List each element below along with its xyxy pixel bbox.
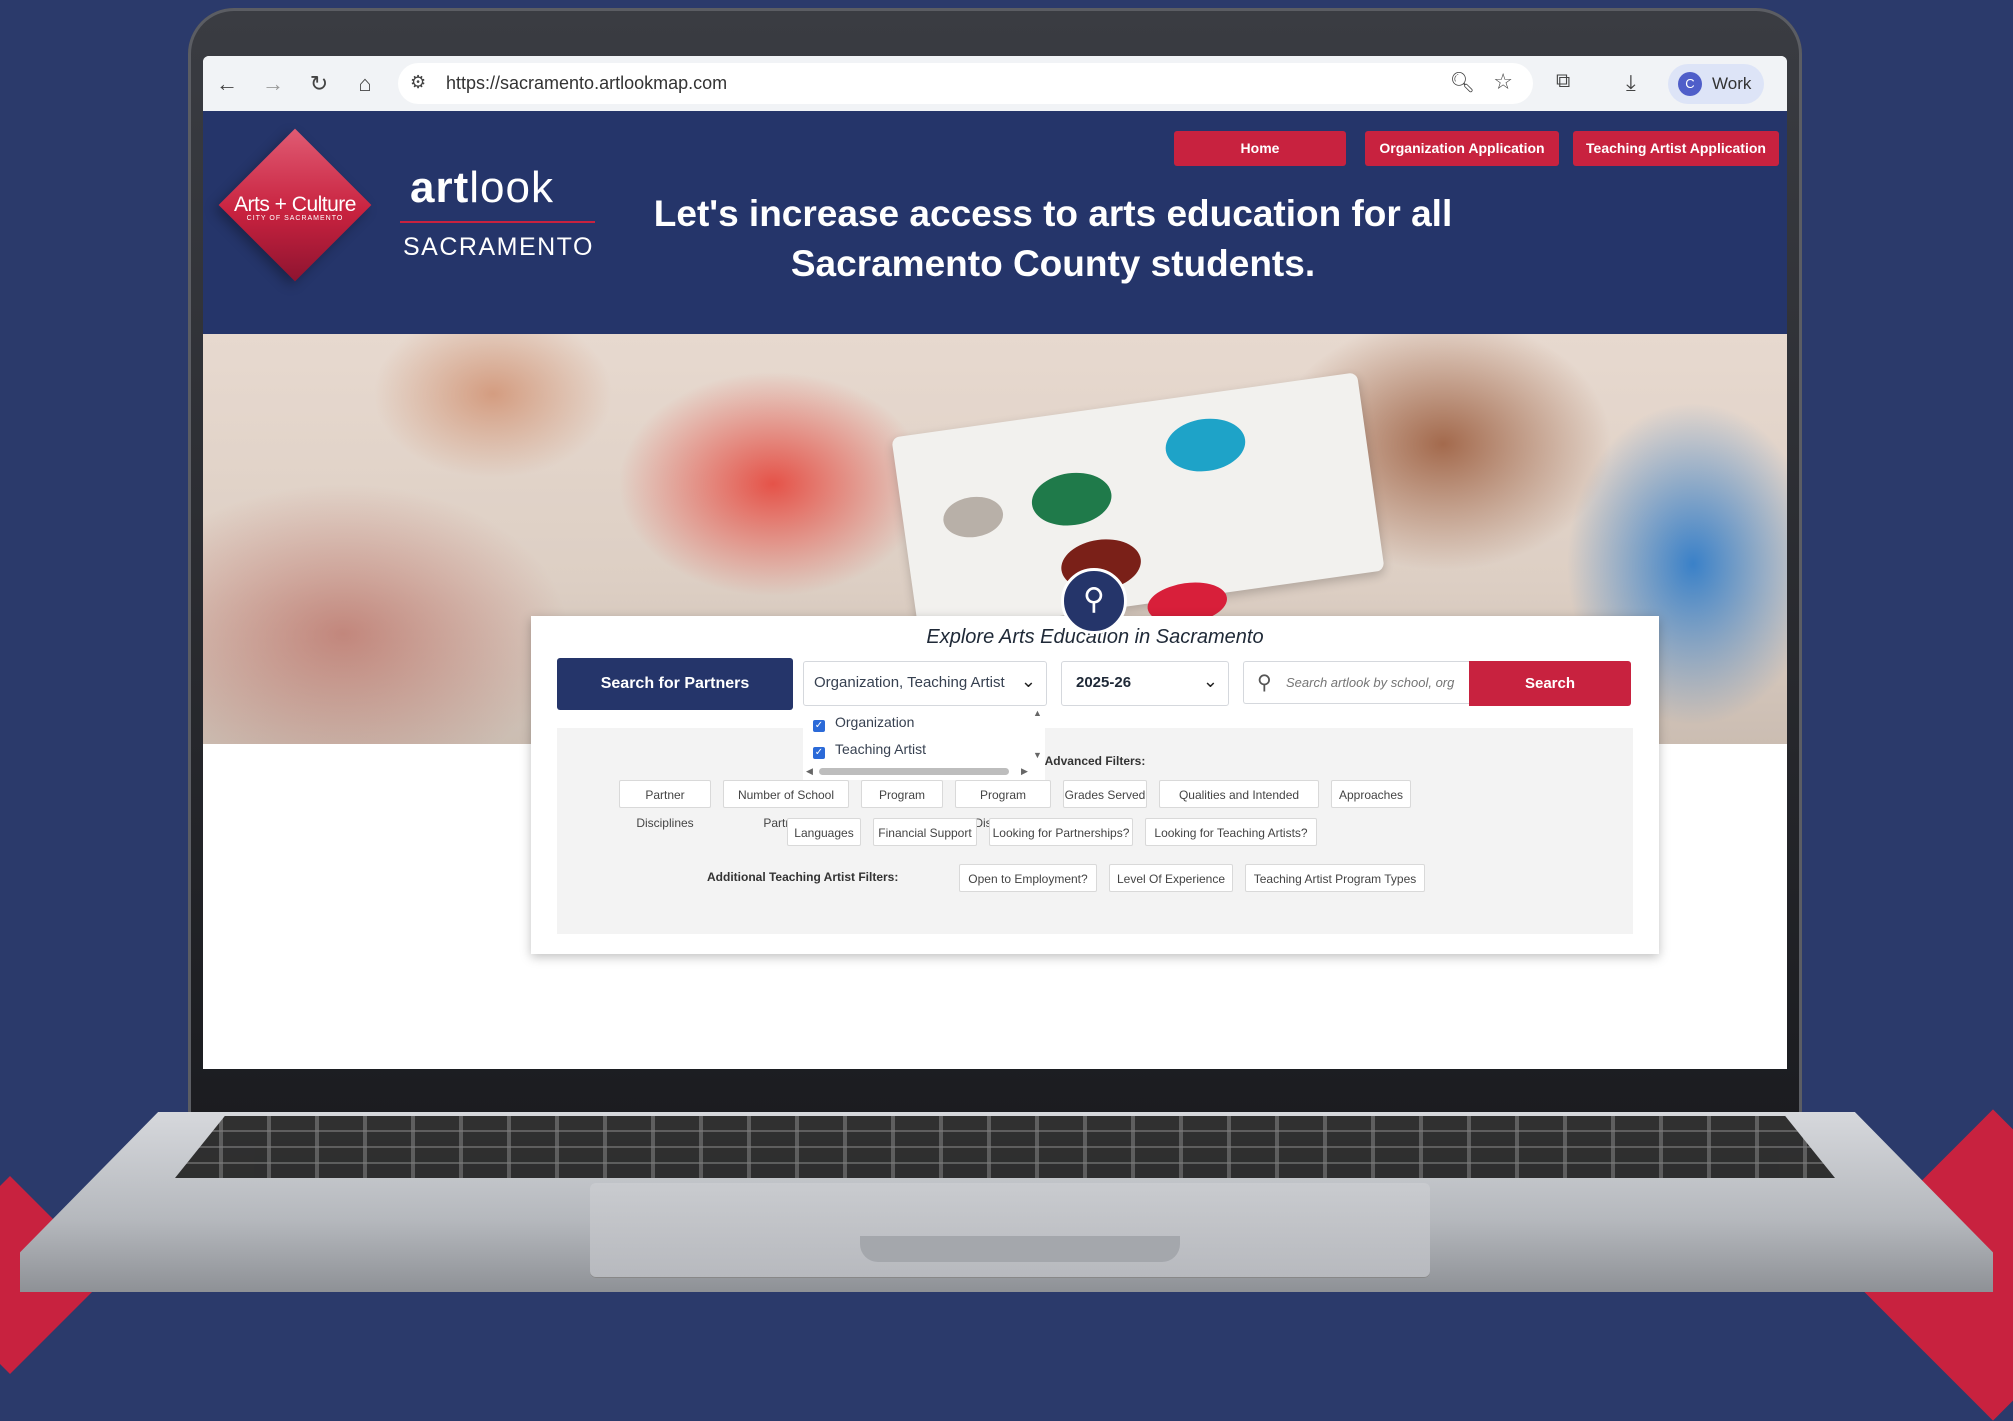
filter-qualities-and-intended-outcomes[interactable]: Qualities and Intended Outcomes <box>1159 780 1319 830</box>
logo-text: Arts + Culture CITY OF SACRAMENTO <box>221 193 369 222</box>
option-label: Teaching Artist <box>835 741 927 757</box>
back-arrow-icon[interactable]: ← <box>213 70 241 98</box>
home-icon[interactable]: ⌂ <box>351 70 379 98</box>
filter-partner-disciplines[interactable]: Partner Disciplines <box>619 780 711 830</box>
advanced-filters-panel: Advanced Filters: Partner Disciplines Nu… <box>557 728 1633 934</box>
partner-type-options: ✓ Organization ✓ Teaching Artist ▲ ▼ ◀ ▶ <box>803 708 1045 780</box>
nav-home-button[interactable]: Home <box>1174 131 1346 166</box>
paint-well <box>1028 467 1115 531</box>
wordmark-city: SACRAMENTO <box>403 233 594 261</box>
option-organization[interactable]: ✓ Organization <box>813 714 914 732</box>
profile-label: Work <box>1712 74 1752 93</box>
filter-approaches[interactable]: Approaches <box>1331 780 1411 808</box>
laptop-trackpad <box>590 1183 1430 1278</box>
school-year-select[interactable]: 2025-26 ⌄ <box>1061 661 1229 706</box>
partner-type-value: Organization, Teaching Artist <box>814 674 1005 691</box>
filter-program-disciplines[interactable]: Program Disciplines <box>955 780 1051 830</box>
filter-financial-support[interactable]: Financial Support <box>873 818 977 846</box>
option-label: Organization <box>835 714 915 730</box>
search-button[interactable]: Search <box>1469 661 1631 706</box>
paint-well <box>940 493 1006 542</box>
site-header: Arts + Culture CITY OF SACRAMENTO artloo… <box>203 111 1787 334</box>
site-settings-icon[interactable]: ⚙ <box>410 72 426 93</box>
headline-line-1: Let's increase access to arts education … <box>653 193 1453 234</box>
avatar: C <box>1678 72 1702 96</box>
filter-level-of-experience[interactable]: Level Of Experience <box>1109 864 1233 892</box>
paint-well <box>1162 413 1249 477</box>
address-bar[interactable]: ⚙ https://sacramento.artlookmap.com 🔍︎ ☆ <box>398 63 1533 104</box>
checkbox-checked-icon[interactable]: ✓ <box>813 720 825 732</box>
option-teaching-artist[interactable]: ✓ Teaching Artist <box>813 741 926 759</box>
browser-toolbar: ← → ↻ ⌂ ⚙ https://sacramento.artlookmap.… <box>203 56 1787 112</box>
laptop-notch <box>860 1236 1180 1262</box>
checkbox-checked-icon[interactable]: ✓ <box>813 747 825 759</box>
horizontal-scrollbar[interactable] <box>819 768 1009 775</box>
search-for-partners-button[interactable]: Search for Partners <box>557 658 793 710</box>
filter-program-types[interactable]: Program Types <box>861 780 943 830</box>
teaching-artist-filters-label: Additional Teaching Artist Filters: <box>707 870 899 884</box>
laptop-keyboard <box>175 1116 1835 1178</box>
advanced-filters-label: Advanced Filters: <box>1044 754 1146 768</box>
filter-grades-served[interactable]: Grades Served <box>1063 780 1147 808</box>
paint-tray <box>891 372 1385 636</box>
wordmark-light: look <box>469 163 554 212</box>
partner-type-select[interactable]: Organization, Teaching Artist ⌄ <box>803 661 1047 706</box>
laptop-screen: ← → ↻ ⌂ ⚙ https://sacramento.artlookmap.… <box>203 56 1787 1069</box>
logo-title: Arts + Culture <box>234 193 356 216</box>
school-year-value: 2025-26 <box>1076 674 1132 691</box>
scroll-up-arrow-icon[interactable]: ▲ <box>1033 708 1042 718</box>
search-icon: ⚲ <box>1257 672 1272 694</box>
wordmark-underline <box>400 221 595 223</box>
page-headline: Let's increase access to arts education … <box>603 189 1503 289</box>
profile-button[interactable]: C Work <box>1668 64 1764 104</box>
nav-teaching-artist-application-button[interactable]: Teaching Artist Application <box>1573 131 1779 166</box>
map-pin-icon: ⚲ <box>1061 568 1127 634</box>
search-input[interactable] <box>1243 661 1469 704</box>
filter-looking-for-partnerships[interactable]: Looking for Partnerships? <box>989 818 1133 846</box>
scroll-down-arrow-icon[interactable]: ▼ <box>1033 750 1042 760</box>
zoom-icon[interactable]: 🔍︎ <box>1450 70 1475 95</box>
search-card: Explore Arts Education in Sacramento Sea… <box>531 616 1659 954</box>
reload-icon[interactable]: ↻ <box>305 70 333 98</box>
chevron-down-icon: ⌄ <box>1202 671 1218 691</box>
scroll-right-arrow-icon[interactable]: ▶ <box>1021 766 1028 777</box>
bookmark-star-icon[interactable]: ☆ <box>1493 69 1513 95</box>
scroll-left-arrow-icon[interactable]: ◀ <box>806 766 813 777</box>
headline-line-2: Sacramento County students. <box>790 243 1316 284</box>
wordmark-bold: art <box>410 163 470 212</box>
download-icon[interactable]: ⤓ <box>1626 70 1636 96</box>
filter-looking-for-teaching-artists[interactable]: Looking for Teaching Artists? <box>1145 818 1317 846</box>
filter-teaching-artist-program-types[interactable]: Teaching Artist Program Types <box>1245 864 1425 892</box>
nav-organization-application-button[interactable]: Organization Application <box>1365 131 1559 166</box>
chevron-down-icon: ⌄ <box>1020 671 1036 691</box>
forward-arrow-icon[interactable]: → <box>259 70 287 98</box>
filter-number-of-school-partners[interactable]: Number of School Partners <box>723 780 849 830</box>
filter-open-to-employment[interactable]: Open to Employment? <box>959 864 1097 892</box>
artlook-wordmark[interactable]: artlook <box>410 163 554 213</box>
filter-languages[interactable]: Languages <box>787 818 861 846</box>
url-text: https://sacramento.artlookmap.com <box>446 73 728 93</box>
lens-search-icon[interactable]: ⧉ <box>1556 70 1570 93</box>
